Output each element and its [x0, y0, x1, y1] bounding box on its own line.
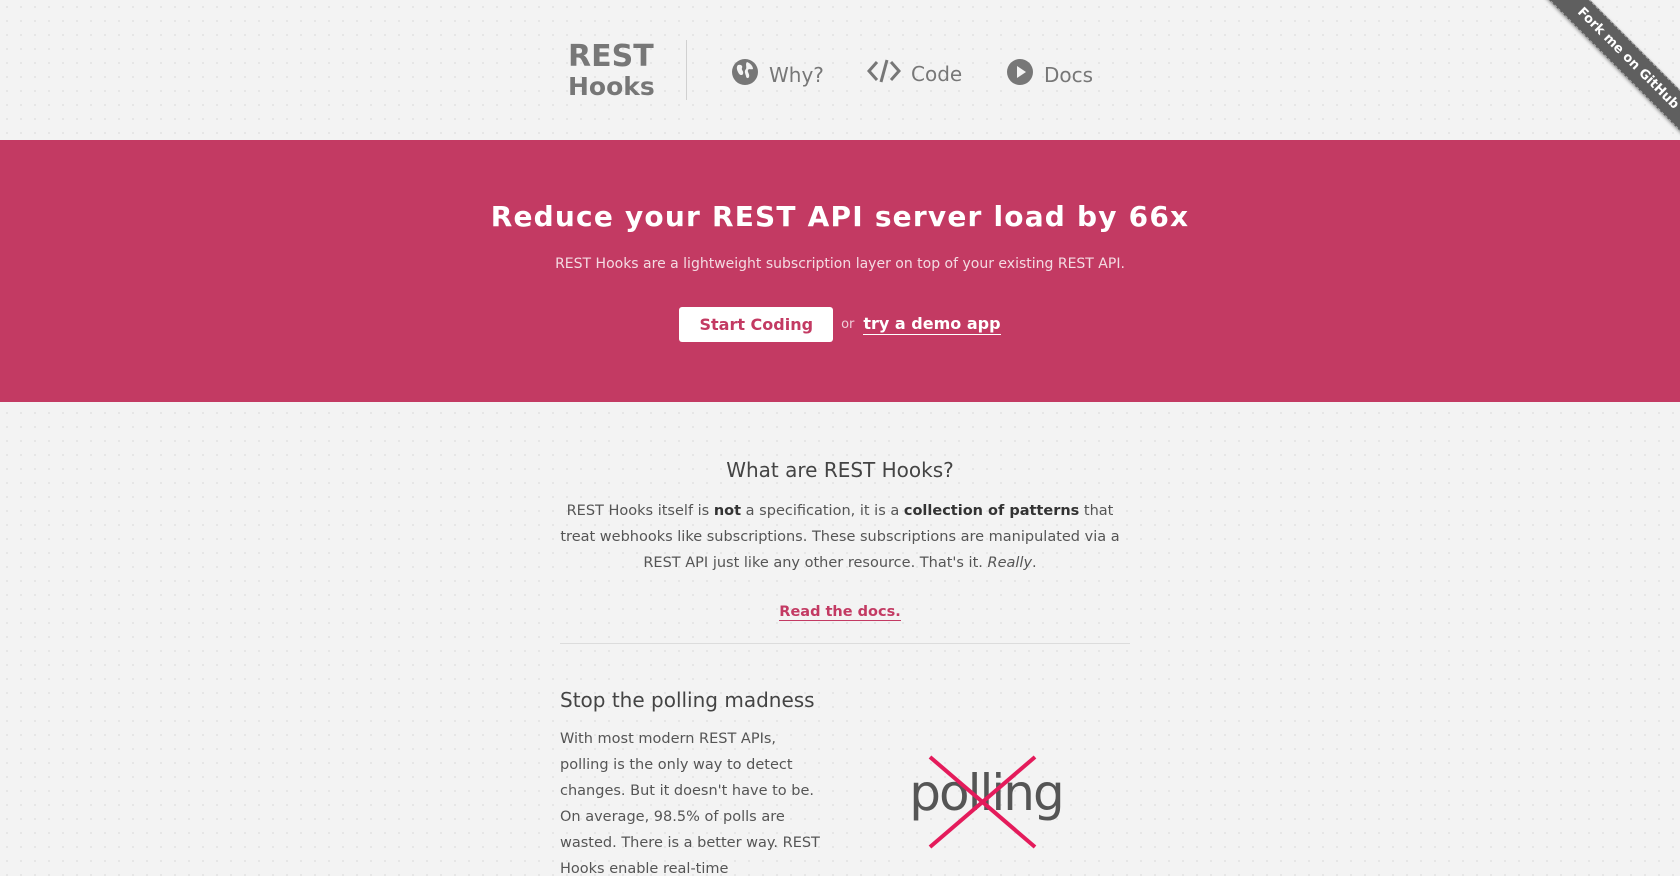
nav-why-link[interactable]: Why?	[731, 58, 824, 91]
intro-text-2: a specification, it is a	[741, 503, 904, 519]
site-logo[interactable]: REST Hooks	[568, 39, 655, 102]
nav-docs-link[interactable]: Docs	[1006, 58, 1093, 91]
nav-code-link[interactable]: Code	[866, 58, 963, 89]
polling-word: polling	[909, 764, 1062, 822]
code-icon	[866, 58, 902, 89]
github-ribbon-label[interactable]: Fork me on GitHub	[1539, 0, 1680, 147]
intro-text-4: .	[1032, 555, 1037, 571]
polling-title: Stop the polling madness	[560, 688, 815, 712]
site-header: REST Hooks Why? Code Docs Fork me on Git…	[0, 0, 1680, 147]
intro-collection: collection of patterns	[903, 503, 1080, 519]
read-docs-wrap: Read the docs.	[560, 601, 1120, 621]
what-description: REST Hooks itself is not a specification…	[560, 498, 1120, 576]
intro-text-1: REST Hooks itself is	[566, 503, 714, 519]
hero-subtitle: REST Hooks are a lightweight subscriptio…	[555, 256, 1125, 272]
intro-not: not	[713, 503, 742, 519]
nav-why-label: Why?	[769, 62, 824, 87]
globe-icon	[731, 58, 759, 91]
start-coding-button[interactable]: Start Coding	[679, 307, 834, 342]
logo-line-2: Hooks	[568, 72, 655, 101]
nav-docs-label: Docs	[1044, 62, 1094, 87]
hero-title: Reduce your REST API server load by 66x	[490, 200, 1190, 233]
github-ribbon[interactable]: Fork me on GitHub	[1530, 0, 1680, 150]
hero-cta: Start Coding or try a demo app	[0, 307, 1680, 342]
polling-text: With most modern REST APIs, polling is t…	[560, 731, 820, 876]
what-title: What are REST Hooks?	[726, 458, 954, 482]
polling-crossed-image: polling	[900, 742, 1080, 862]
hero-banner: Reduce your REST API server load by 66x …	[0, 140, 1680, 402]
play-icon	[1006, 58, 1034, 91]
demo-app-link[interactable]: try a demo app	[863, 314, 1001, 335]
logo-line-1: REST	[568, 39, 654, 74]
read-docs-link[interactable]: Read the docs.	[779, 604, 901, 621]
or-text: or	[841, 317, 855, 332]
nav-code-label: Code	[911, 61, 963, 86]
header-divider	[686, 40, 687, 100]
section-divider	[560, 643, 1130, 644]
intro-really: Really	[987, 555, 1033, 571]
